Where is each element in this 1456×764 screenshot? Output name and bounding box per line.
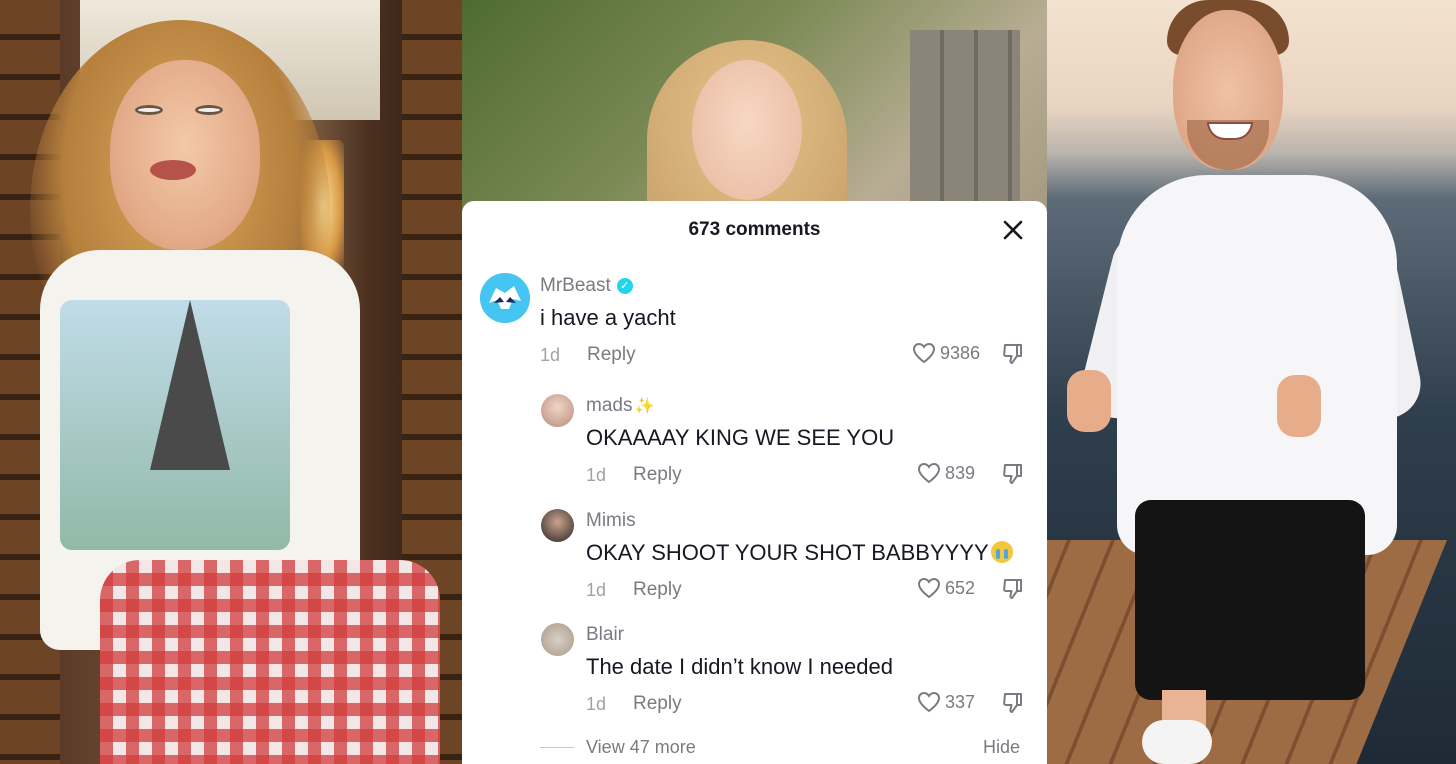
comment-username[interactable]: MrBeast ✓ [540, 275, 633, 297]
left-photo [0, 0, 462, 764]
crying-face-icon [990, 541, 1013, 563]
like-count: 337 [945, 691, 976, 712]
reply-button[interactable]: Reply [633, 579, 682, 601]
comment-text: The date I didn’t know I needed [586, 654, 893, 679]
comment-username[interactable]: mads ✨ [586, 395, 654, 417]
gingham-skirt [100, 560, 440, 764]
avatar[interactable] [541, 394, 574, 427]
close-icon [1003, 220, 1023, 240]
like-button[interactable]: 839 [917, 462, 975, 484]
comment-time: 1d [540, 345, 561, 365]
eiffel-tower-print [150, 300, 230, 470]
sparkles-icon: ✨ [634, 398, 655, 415]
dislike-button[interactable] [1001, 342, 1025, 366]
thumbs-down-icon [1003, 344, 1022, 364]
reply-button[interactable]: Reply [633, 693, 682, 715]
panther-logo-icon [480, 273, 530, 323]
comment-time: 1d [586, 465, 607, 485]
heart-icon [912, 342, 936, 364]
hide-replies-button[interactable]: Hide [983, 737, 1020, 758]
avatar[interactable] [541, 623, 574, 656]
comment-text: i have a yacht [540, 305, 676, 330]
close-button[interactable] [1000, 217, 1026, 243]
like-button[interactable]: 9386 [912, 342, 980, 364]
avatar[interactable] [480, 273, 530, 323]
like-button[interactable]: 652 [917, 577, 975, 599]
thumbs-down-icon [1003, 579, 1022, 599]
woman-eye-right [195, 105, 223, 115]
comment-time: 1d [586, 694, 607, 714]
dislike-button[interactable] [1001, 462, 1025, 486]
avatar[interactable] [541, 509, 574, 542]
verified-badge-icon: ✓ [616, 277, 633, 294]
comment-text: OKAAAAY KING WE SEE YOU [586, 425, 895, 450]
woman-eye-left [135, 105, 163, 115]
thumbs-up-hand-left [1067, 370, 1111, 432]
heart-icon [917, 577, 941, 599]
white-sock [1142, 720, 1212, 764]
right-photo [1047, 0, 1456, 764]
woman-face [110, 60, 260, 250]
like-button[interactable]: 337 [917, 691, 975, 713]
view-more-replies-button[interactable]: View 47 more [586, 737, 696, 758]
reply-button[interactable]: Reply [587, 344, 636, 366]
black-shorts [1135, 500, 1365, 700]
woman-face [692, 60, 802, 200]
reply-button[interactable]: Reply [633, 464, 682, 486]
comment-username[interactable]: Blair [586, 624, 624, 646]
window-shutter [910, 30, 1020, 230]
comment-username[interactable]: Mimis [586, 510, 636, 532]
view-more-divider [540, 747, 574, 748]
comments-count: 673 comments [688, 219, 821, 240]
dislike-button[interactable] [1001, 691, 1025, 715]
heart-icon [917, 462, 941, 484]
woman-lips [150, 160, 196, 180]
thumbs-down-icon [1003, 464, 1022, 484]
dislike-button[interactable] [1001, 577, 1025, 601]
heart-icon [917, 691, 941, 713]
comment-text: OKAY SHOOT YOUR SHOT BABBYYYY [586, 540, 1013, 566]
thumbs-down-icon [1003, 693, 1022, 713]
thumbs-up-hand-right [1277, 375, 1321, 437]
like-count: 839 [945, 462, 976, 483]
like-count: 652 [945, 577, 976, 598]
like-count: 9386 [940, 342, 981, 363]
comment-time: 1d [586, 580, 607, 600]
white-shirt [1117, 175, 1397, 555]
comments-sheet: 673 comments MrBeast ✓ i have a yacht 1d … [462, 201, 1047, 764]
